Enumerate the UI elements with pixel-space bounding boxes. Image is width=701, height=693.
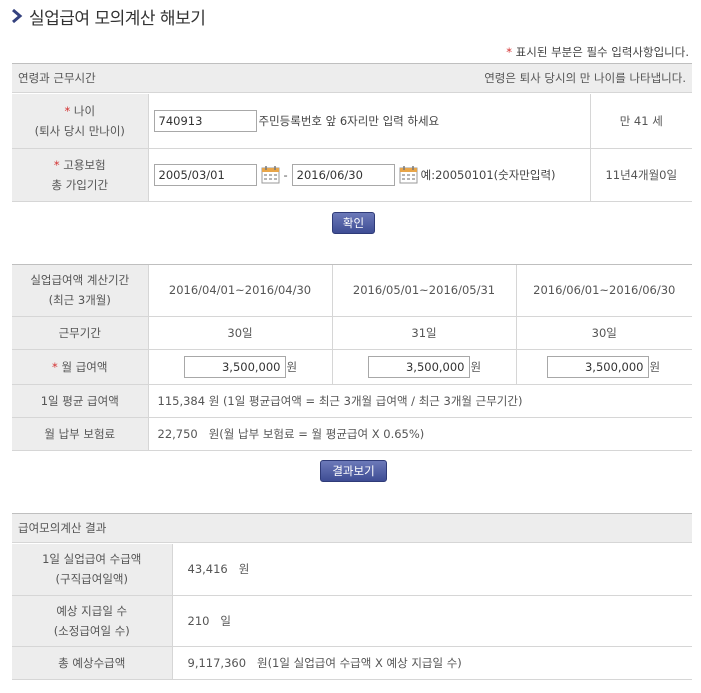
age-period-table: * 나이 (퇴사 당시 만나이) 주민등록번호 앞 6자리만 입력 하세요 만 … — [12, 94, 692, 202]
period-input-cell: - 예:20050101(숫자만입력) — [147, 148, 590, 202]
calendar-icon[interactable] — [261, 165, 280, 184]
salary-cell-3: 원 — [515, 349, 692, 385]
daily-benefit-label: 1일 실업급여 수급액 (구직급여일액) — [12, 544, 172, 596]
age-label: * 나이 (퇴사 당시 만나이) — [12, 94, 148, 149]
premium-row: 월 납부 보험료 22,750 원(월 납부 보험료 = 월 평균급여 X 0.… — [12, 417, 692, 451]
age-hint: 주민등록번호 앞 6자리만 입력 하세요 — [258, 113, 440, 128]
salary-row: * 월 급여액 원 원 원 — [12, 349, 692, 385]
salary-input-1[interactable] — [183, 355, 286, 378]
work-days-label: 근무기간 — [12, 316, 148, 350]
daily-benefit-row: 1일 실업급여 수급액 (구직급여일액) 43,416 원 — [12, 544, 692, 596]
salary-table: 실업급여액 계산기간 (최근 3개월) 2016/04/01~2016/04/3… — [12, 265, 692, 451]
end-date-input[interactable] — [291, 163, 395, 186]
age-input-cell: 주민등록번호 앞 6자리만 입력 하세요 — [147, 94, 590, 149]
section-age-title: 연령과 근무시간 — [18, 71, 96, 85]
calc-period-row: 실업급여액 계산기간 (최근 3개월) 2016/04/01~2016/04/3… — [12, 265, 692, 317]
calc-period-2: 2016/05/01~2016/05/31 — [331, 265, 516, 317]
salary-input-3[interactable] — [546, 355, 649, 378]
work-days-row: 근무기간 30일 31일 30일 — [12, 316, 692, 350]
age-row: * 나이 (퇴사 당시 만나이) 주민등록번호 앞 6자리만 입력 하세요 만 … — [12, 94, 692, 149]
salary-label: * 월 급여액 — [12, 349, 148, 385]
daily-avg-value: 115,384 원 (1일 평균급여액 = 최근 3개월 급여액 / 최근 3개… — [147, 384, 692, 418]
period-label: * 고용보험 총 가입기간 — [12, 148, 148, 202]
salary-input-2[interactable] — [367, 355, 470, 378]
work-days-3: 30일 — [515, 316, 692, 350]
salary-cell-1: 원 — [147, 349, 332, 385]
benefit-days-row: 예상 지급일 수 (소정급여일 수) 210 일 — [12, 595, 692, 647]
calc-period-1: 2016/04/01~2016/04/30 — [147, 265, 332, 317]
result-section-title: 급여모의계산 결과 — [18, 521, 107, 535]
benefit-days-label: 예상 지급일 수 (소정급여일 수) — [12, 595, 172, 647]
result-section-header: 급여모의계산 결과 — [12, 513, 692, 543]
work-days-2: 31일 — [331, 316, 516, 350]
page-title: 실업급여 모의계산 해보기 — [29, 8, 206, 29]
date-separator: - — [283, 167, 288, 182]
result-button[interactable]: 결과보기 — [320, 460, 387, 482]
total-benefit-row: 총 예상수급액 9,117,360 원(1일 실업급여 수급액 X 예상 지급일… — [12, 646, 692, 680]
section-age-header: 연령과 근무시간 연령은 퇴사 당시의 만 나이를 나타냅니다. — [12, 63, 692, 93]
page-title-wrap: 실업급여 모의계산 해보기 — [9, 5, 206, 29]
benefit-days-value: 210 일 — [171, 595, 692, 647]
daily-benefit-value: 43,416 원 — [171, 544, 692, 596]
period-row: * 고용보험 총 가입기간 - — [12, 148, 692, 202]
section-age-note: 연령은 퇴사 당시의 만 나이를 나타냅니다. — [484, 71, 686, 85]
required-note: * 표시된 부분은 필수 입력사항입니다. — [506, 44, 689, 60]
result-table: 1일 실업급여 수급액 (구직급여일액) 43,416 원 예상 지급일 수 (… — [12, 544, 692, 680]
required-mark: * — [506, 45, 513, 59]
period-result: 11년4개월0일 — [589, 148, 692, 202]
confirm-button[interactable]: 확인 — [332, 212, 375, 234]
calc-period-label: 실업급여액 계산기간 (최근 3개월) — [12, 265, 148, 317]
premium-value: 22,750 원(월 납부 보험료 = 월 평균급여 X 0.65%) — [147, 417, 692, 451]
work-days-1: 30일 — [147, 316, 332, 350]
chevron-right-icon — [12, 8, 23, 24]
salary-cell-2: 원 — [331, 349, 516, 385]
daily-avg-label: 1일 평균 급여액 — [12, 384, 148, 418]
age-input[interactable] — [153, 109, 257, 132]
total-benefit-label: 총 예상수급액 — [12, 646, 172, 680]
age-result: 만 41 세 — [589, 94, 692, 149]
daily-avg-row: 1일 평균 급여액 115,384 원 (1일 평균급여액 = 최근 3개월 급… — [12, 384, 692, 418]
calendar-icon[interactable] — [399, 165, 418, 184]
calc-period-3: 2016/06/01~2016/06/30 — [515, 265, 692, 317]
start-date-input[interactable] — [153, 163, 257, 186]
required-note-text: 표시된 부분은 필수 입력사항입니다. — [515, 45, 689, 59]
total-benefit-value: 9,117,360 원(1일 실업급여 수급액 X 예상 지급일 수) — [171, 646, 692, 680]
date-format-hint: 예:20050101(숫자만입력) — [420, 167, 556, 182]
premium-label: 월 납부 보험료 — [12, 417, 148, 451]
